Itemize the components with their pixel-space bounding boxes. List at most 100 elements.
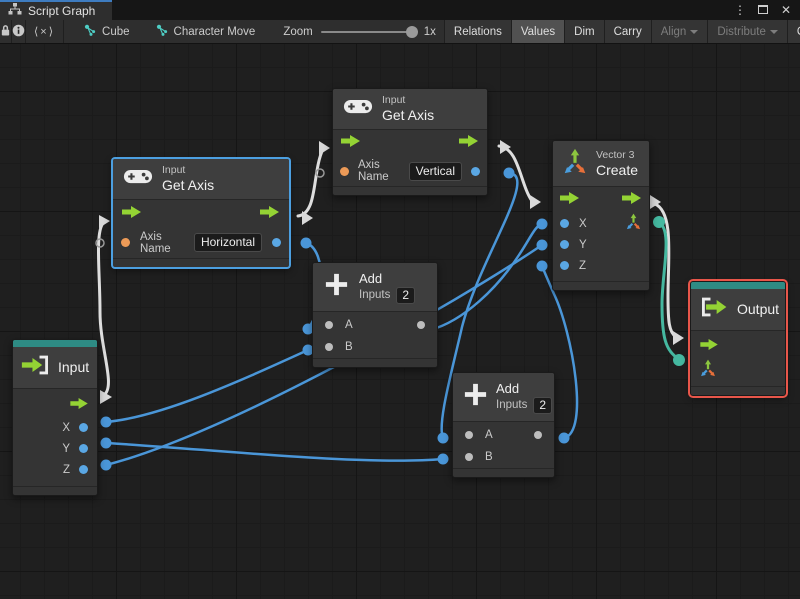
inputs-label: Inputs [496, 399, 528, 411]
value-out-port[interactable] [272, 238, 281, 247]
inputs-count-field[interactable]: 2 [533, 397, 553, 414]
x-out-port[interactable] [79, 423, 88, 432]
flow-out-port[interactable] [622, 191, 642, 209]
node-footer [313, 358, 437, 367]
node-subtitle: Vector 3 [596, 148, 635, 161]
wire-add1-to-create-x[interactable] [428, 222, 544, 332]
axis-name-value-field[interactable]: Vertical [408, 161, 462, 181]
wire-flow-horizontal-to-vertical[interactable] [296, 147, 325, 218]
breadcrumb: Cube Character Move [64, 20, 275, 43]
axis-name-label: Axis Name [140, 230, 171, 255]
node-header[interactable]: Input [13, 347, 97, 389]
tab-script-graph[interactable]: Script Graph [0, 0, 112, 20]
info-button[interactable] [12, 20, 26, 43]
lock-button[interactable] [0, 20, 12, 43]
wire-inputy-to-add2-b[interactable] [104, 441, 445, 462]
node-title: Get Axis [162, 177, 215, 193]
event-accent-strip [13, 340, 97, 347]
node-get-axis-vertical[interactable]: Input Get Axis Axis Name Vertical [332, 88, 488, 196]
port-b-label: B [345, 341, 353, 353]
x-port-label: X [579, 217, 587, 230]
toolbar: ⟨×⟩ Cube Character Move Zoom 1x Relation… [0, 20, 800, 44]
node-footer [453, 468, 554, 477]
node-input-event[interactable]: Input X Y Z [12, 339, 98, 496]
chevron-down-icon [769, 30, 778, 34]
x-in-port[interactable] [560, 219, 569, 228]
distribute-dropdown[interactable]: Distribute [707, 20, 787, 43]
info-icon [12, 24, 25, 40]
dim-button[interactable]: Dim [564, 20, 604, 43]
overview-button[interactable]: Overview [786, 20, 800, 43]
graph-node-icon [156, 24, 168, 39]
node-title: Add [496, 381, 520, 396]
inputs-count-field[interactable]: 2 [396, 287, 416, 304]
flow-out-port[interactable] [459, 134, 479, 152]
graph-canvas[interactable]: Input Get Axis Axis Name Vertical Input … [0, 44, 800, 599]
gamepad-icon [123, 167, 153, 191]
node-header[interactable]: Vector 3 Create [553, 141, 649, 187]
flow-in-port[interactable] [122, 205, 142, 223]
node-header[interactable]: Input Get Axis [333, 89, 487, 130]
y-port-label: Y [579, 238, 587, 251]
port-a-label: A [485, 429, 493, 441]
relations-button[interactable]: Relations [443, 20, 511, 43]
sum-out-port[interactable] [417, 321, 425, 329]
z-in-port[interactable] [560, 261, 569, 270]
node-subtitle: Input [382, 94, 406, 106]
graph-node-icon [84, 24, 96, 39]
axis-name-port[interactable] [340, 166, 349, 176]
breadcrumb-label: Cube [102, 25, 130, 38]
wire-inputx-to-add1-b[interactable] [104, 348, 310, 424]
input-b-port[interactable] [465, 453, 473, 461]
y-in-port[interactable] [560, 240, 569, 249]
flow-out-port[interactable] [70, 396, 89, 414]
x-port-label: X [62, 421, 70, 434]
maximize-icon[interactable] [755, 3, 771, 17]
vector3-out-port[interactable] [625, 213, 642, 235]
z-out-port[interactable] [79, 465, 88, 474]
node-vector3-create[interactable]: Vector 3 Create X Y Z [552, 140, 650, 291]
vector3-in-port[interactable] [699, 359, 717, 382]
close-icon[interactable]: ✕ [778, 3, 794, 17]
zoom-slider-handle[interactable] [405, 25, 418, 38]
node-add-2[interactable]: Add Inputs 2 A B [452, 372, 555, 478]
input-bracket-arrow-icon [21, 354, 51, 381]
z-port-label: Z [579, 259, 587, 272]
port-b-label: B [485, 451, 493, 463]
input-a-port[interactable] [325, 321, 333, 329]
flow-in-port[interactable] [341, 134, 361, 152]
more-menu-icon[interactable]: ⋮ [732, 3, 748, 17]
values-button[interactable]: Values [510, 20, 565, 43]
wire-flow-input-to-getaxis-horizontal[interactable] [96, 221, 110, 397]
breadcrumb-item-cube[interactable]: Cube [84, 24, 130, 39]
node-title: Create [596, 161, 639, 178]
input-b-port[interactable] [325, 343, 333, 351]
breadcrumb-item-character-move[interactable]: Character Move [156, 24, 255, 39]
node-get-axis-horizontal[interactable]: Input Get Axis Axis Name Horizontal [112, 158, 290, 268]
input-a-port[interactable] [465, 431, 473, 439]
node-footer [553, 281, 649, 290]
y-out-port[interactable] [79, 444, 88, 453]
node-header[interactable]: Add Inputs 2 [313, 263, 437, 312]
node-footer [691, 386, 785, 395]
node-header[interactable]: Output [691, 289, 785, 331]
node-header[interactable]: Add Inputs 2 [453, 373, 554, 422]
flow-in-port[interactable] [560, 191, 580, 209]
flow-in-port[interactable] [700, 337, 719, 355]
z-port-label: Z [62, 463, 70, 476]
flow-out-port[interactable] [260, 205, 280, 223]
node-add-1[interactable]: Add Inputs 2 A B [312, 262, 438, 368]
axis-name-port[interactable] [121, 238, 130, 247]
code-preview-button[interactable]: ⟨×⟩ [26, 20, 65, 43]
window-controls: ⋮ ✕ [732, 0, 800, 20]
node-header[interactable]: Input Get Axis [113, 159, 289, 200]
node-output-event[interactable]: Output [690, 281, 786, 396]
carry-button[interactable]: Carry [603, 20, 651, 43]
axis-name-value-field[interactable]: Horizontal [193, 233, 262, 252]
zoom-slider[interactable] [320, 25, 418, 38]
node-footer [113, 258, 289, 267]
sum-out-port[interactable] [534, 431, 542, 439]
value-out-port[interactable] [471, 166, 480, 176]
view-toggle-group: Relations Values Dim Carry Align Distrib… [443, 20, 800, 43]
align-dropdown[interactable]: Align [650, 20, 708, 43]
